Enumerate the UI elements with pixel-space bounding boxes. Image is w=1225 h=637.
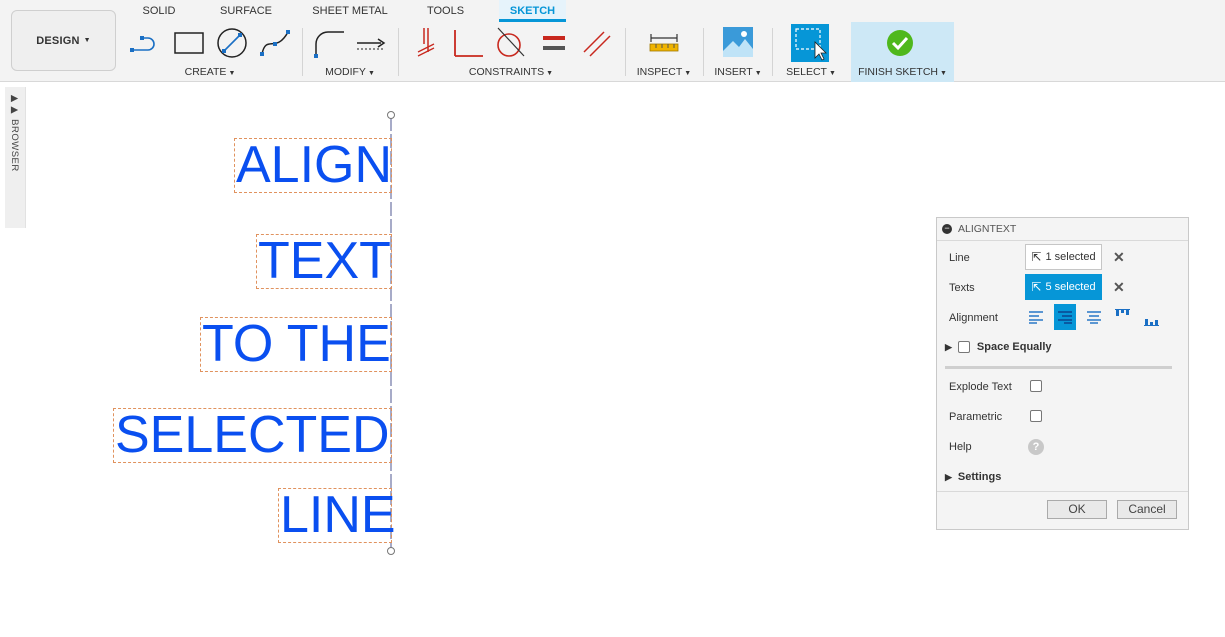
design-workspace-button[interactable]: DESIGN ▼ <box>11 10 116 71</box>
select-menu[interactable]: SELECT ▼ <box>776 66 846 78</box>
align-right-icon[interactable] <box>1054 304 1076 330</box>
aligntext-dialog: − ALIGNTEXT Line ⇱ 1 selected ✕ Texts ⇱ 5 … <box>936 217 1189 530</box>
trim-tool-icon[interactable] <box>354 26 388 60</box>
finish-sketch-group: FINISH SKETCH ▼ <box>851 22 954 82</box>
insert-menu[interactable]: INSERT ▼ <box>707 66 769 78</box>
constraints-group: CONSTRAINTS ▼ <box>402 22 620 82</box>
constraints-label: CONSTRAINTS <box>468 66 545 78</box>
texts-selection-button[interactable]: ⇱ 5 selected <box>1025 274 1102 300</box>
parametric-checkbox[interactable] <box>1030 410 1042 422</box>
select-group: SELECT ▼ <box>776 22 846 82</box>
space-equally-checkbox[interactable] <box>957 341 970 353</box>
cursor-icon: ⇱ <box>1031 250 1042 264</box>
insert-label: INSERT <box>714 66 753 78</box>
inspect-label: INSPECT <box>636 66 683 78</box>
tab-sketch[interactable]: SKETCH <box>499 0 566 22</box>
modify-menu[interactable]: MODIFY ▼ <box>306 66 394 78</box>
cursor-icon: ⇱ <box>1031 280 1042 294</box>
fillet-tool-icon[interactable] <box>312 26 346 60</box>
equal-constraint-icon[interactable] <box>537 26 571 60</box>
circle-tool-icon[interactable] <box>215 26 249 60</box>
check-icon[interactable] <box>886 29 920 63</box>
tab-tools[interactable]: TOOLS <box>418 0 473 22</box>
texts-selection-value: 5 selected <box>1045 281 1096 293</box>
align-center-icon[interactable] <box>1083 304 1105 330</box>
sketch-text-to-the[interactable]: TO THE <box>200 317 392 372</box>
design-label: DESIGN <box>36 34 80 47</box>
finish-sketch-menu[interactable]: FINISH SKETCH ▼ <box>851 66 954 78</box>
spline-tool-icon[interactable] <box>258 26 292 60</box>
collapse-icon[interactable]: − <box>942 224 952 234</box>
inspect-menu[interactable]: INSPECT ▼ <box>629 66 699 78</box>
insert-group: INSERT ▼ <box>707 22 769 82</box>
sketch-text-line[interactable]: LINE <box>278 488 396 543</box>
tab-solid[interactable]: SOLID <box>134 0 184 22</box>
alignment-label: Alignment <box>949 312 998 324</box>
line-tool-icon[interactable] <box>128 26 162 60</box>
explode-text-label: Explode Text <box>949 381 1012 393</box>
explode-text-checkbox[interactable] <box>1030 380 1042 392</box>
section-divider <box>945 366 1172 369</box>
select-tool-icon[interactable] <box>791 24 829 62</box>
modify-group: MODIFY ▼ <box>306 22 394 82</box>
parallel-constraint-icon[interactable] <box>580 26 614 60</box>
clear-texts-selection-icon[interactable]: ✕ <box>1113 279 1125 296</box>
dialog-title: ALIGNTEXT <box>958 223 1017 235</box>
line-label: Line <box>949 252 970 264</box>
separator <box>302 28 303 76</box>
coincident-constraint-icon[interactable] <box>408 26 442 60</box>
ok-button[interactable]: OK <box>1047 500 1107 519</box>
measure-tool-icon[interactable] <box>647 26 681 60</box>
help-label: Help <box>949 441 972 453</box>
line-selection-button[interactable]: ⇱ 1 selected <box>1025 244 1102 270</box>
perpendicular-constraint-icon[interactable] <box>451 26 485 60</box>
insert-image-icon[interactable] <box>721 25 755 59</box>
sketch-text-text[interactable]: TEXT <box>256 234 392 289</box>
tab-sheet-metal[interactable]: SHEET METAL <box>305 0 395 22</box>
help-icon[interactable]: ? <box>1028 439 1044 455</box>
space-equally-row[interactable]: ▶ Space Equally <box>945 341 1052 353</box>
cancel-button[interactable]: Cancel <box>1117 500 1177 519</box>
select-label: SELECT <box>786 66 827 78</box>
finish-sketch-label: FINISH SKETCH <box>858 66 938 78</box>
expand-triangle-icon: ▶ <box>945 472 952 482</box>
align-top-icon[interactable] <box>1112 302 1134 328</box>
dialog-header: − ALIGNTEXT <box>937 218 1188 241</box>
constraints-menu[interactable]: CONSTRAINTS ▼ <box>402 66 620 78</box>
inspect-group: INSPECT ▼ <box>629 22 699 82</box>
chevron-down-icon: ▼ <box>83 37 91 44</box>
separator <box>703 28 704 76</box>
sketch-text-align[interactable]: ALIGN <box>234 138 392 193</box>
separator <box>625 28 626 76</box>
dialog-footer: OK Cancel <box>937 491 1188 529</box>
align-bottom-icon[interactable] <box>1141 307 1163 333</box>
sketch-text-selected[interactable]: SELECTED <box>113 408 392 463</box>
separator <box>772 28 773 76</box>
settings-row[interactable]: ▶ Settings <box>945 471 1001 483</box>
create-menu[interactable]: CREATE ▼ <box>122 66 298 78</box>
rectangle-tool-icon[interactable] <box>172 26 206 60</box>
line-selection-value: 1 selected <box>1045 251 1096 263</box>
space-equally-label: Space Equally <box>976 341 1052 353</box>
ribbon-toolbar: DESIGN ▼ SOLID SURFACE SHEET METAL TOOLS… <box>0 0 1225 82</box>
texts-label: Texts <box>949 282 975 294</box>
create-label: CREATE <box>184 66 227 78</box>
separator <box>398 28 399 76</box>
create-group: CREATE ▼ <box>122 22 298 82</box>
align-left-icon[interactable] <box>1025 304 1047 330</box>
expand-triangle-icon: ▶ <box>945 341 952 352</box>
modify-label: MODIFY <box>325 66 366 78</box>
clear-line-selection-icon[interactable]: ✕ <box>1113 249 1125 266</box>
settings-label: Settings <box>957 471 1002 483</box>
parametric-label: Parametric <box>949 411 1003 423</box>
tab-surface[interactable]: SURFACE <box>212 0 280 22</box>
tangent-constraint-icon[interactable] <box>494 26 528 60</box>
app-window: DESIGN ▼ SOLID SURFACE SHEET METAL TOOLS… <box>0 0 1225 637</box>
